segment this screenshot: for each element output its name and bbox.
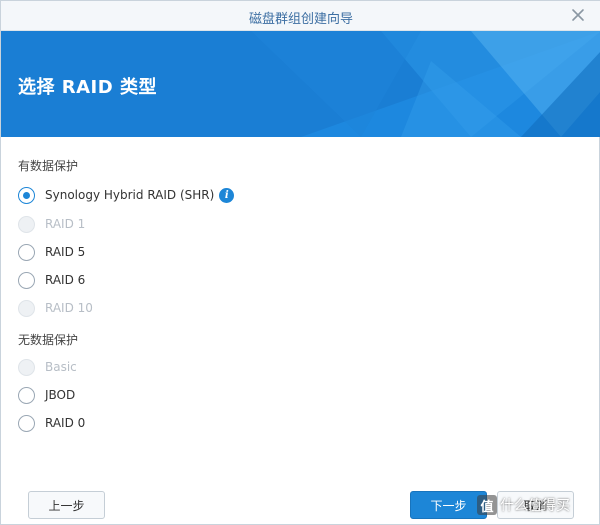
radio-label: RAID 1 — [45, 217, 86, 231]
radio-option-raid0[interactable]: RAID 0 — [18, 412, 85, 434]
radio-option-basic: Basic — [18, 356, 77, 378]
radio-label: RAID 6 — [45, 273, 86, 287]
radio-option-shr[interactable]: Synology Hybrid RAID (SHR) i — [18, 184, 235, 206]
header-banner: 选择 RAID 类型 — [1, 31, 600, 137]
radio-button-disabled — [18, 215, 35, 233]
radio-label: Synology Hybrid RAID (SHR) — [45, 188, 215, 202]
radio-label: JBOD — [45, 388, 76, 402]
radio-label: RAID 5 — [45, 245, 86, 259]
radio-option-raid6[interactable]: RAID 6 — [18, 269, 85, 291]
page-heading: 选择 RAID 类型 — [18, 77, 157, 98]
radio-option-jbod[interactable]: JBOD — [18, 384, 75, 406]
cancel-button[interactable]: 取消 — [497, 491, 574, 519]
radio-button[interactable] — [18, 243, 35, 261]
info-icon[interactable]: i — [219, 187, 235, 203]
next-button[interactable]: 下一步 — [410, 491, 487, 519]
radio-label: Basic — [45, 360, 77, 374]
back-button[interactable]: 上一步 — [28, 491, 105, 519]
radio-option-raid10: RAID 10 — [18, 297, 93, 319]
close-button[interactable] — [569, 6, 587, 24]
section-label-no-protection: 无数据保护 — [18, 333, 79, 347]
close-icon — [572, 9, 584, 21]
radio-button[interactable] — [18, 271, 35, 289]
radio-button-checked[interactable] — [18, 186, 35, 204]
radio-button[interactable] — [18, 414, 35, 432]
radio-label: RAID 0 — [45, 416, 86, 430]
window-title: 磁盘群组创建向导 — [248, 12, 353, 27]
radio-button[interactable] — [18, 386, 35, 404]
radio-label: RAID 10 — [45, 301, 93, 315]
radio-option-raid1: RAID 1 — [18, 213, 85, 235]
section-label-with-protection: 有数据保护 — [18, 159, 79, 173]
radio-button-disabled — [18, 358, 35, 376]
title-bar: 磁盘群组创建向导 — [1, 1, 600, 31]
dialog-footer: 上一步 下一步 取消 — [1, 479, 600, 525]
radio-button-disabled — [18, 299, 35, 317]
radio-option-raid5[interactable]: RAID 5 — [18, 241, 85, 263]
wizard-dialog: 磁盘群组创建向导 选择 RAID 类型 有数据保护 Synology Hybri… — [0, 0, 600, 525]
